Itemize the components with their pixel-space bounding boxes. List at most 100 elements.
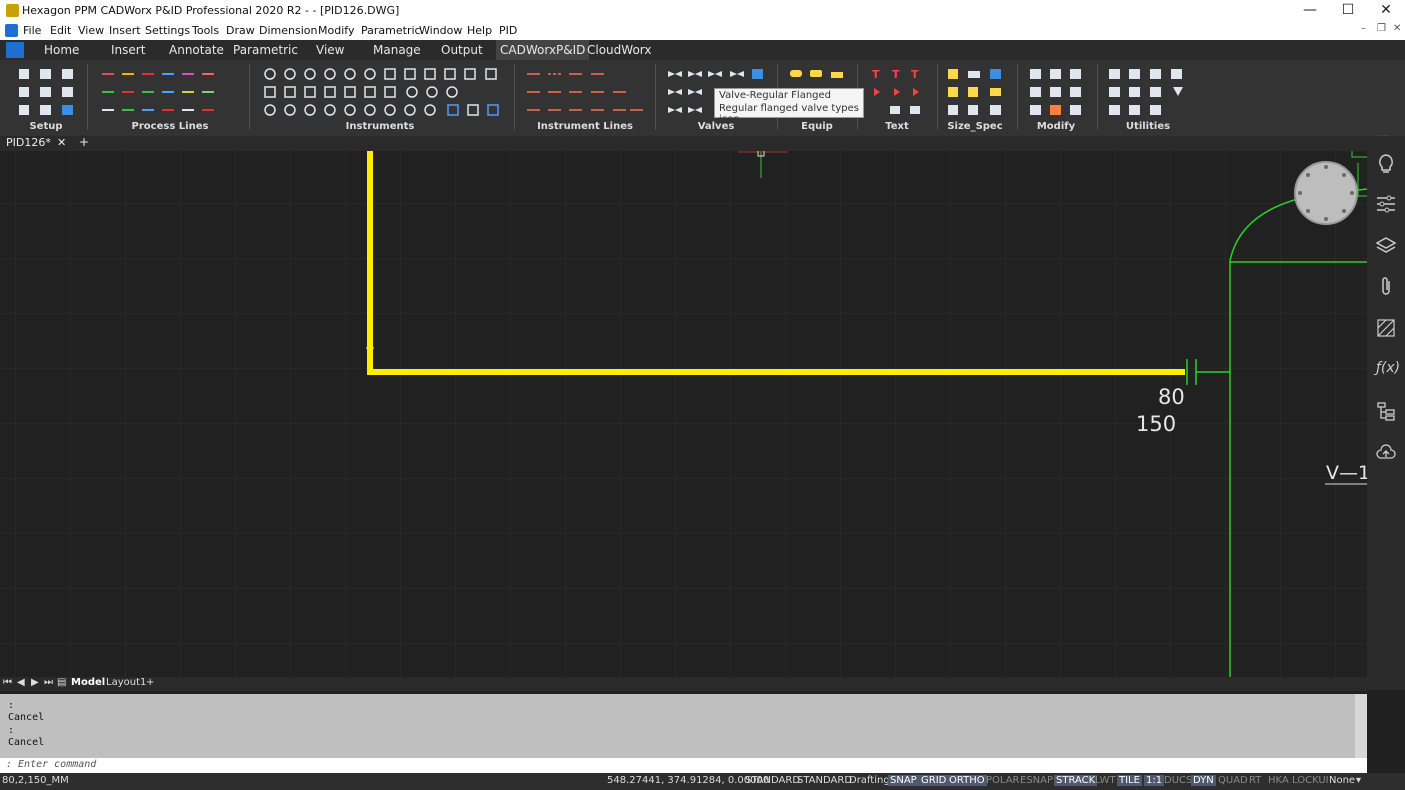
menu-insert[interactable]: Insert (109, 24, 141, 37)
menu-tools[interactable]: Tools (192, 24, 219, 37)
svg-text:T: T (892, 68, 900, 81)
panel-label-instruments: Instruments (345, 121, 415, 132)
status-workspace[interactable]: Drafting (849, 775, 890, 786)
layout-tabs: ⏮ ◀ ▶ ⏭ ▤ Model Layout1 + (0, 677, 1367, 691)
panel-label-setup: Setup (29, 121, 63, 132)
status-menu-chevron-icon[interactable]: ▾ (1356, 775, 1361, 786)
layers-icon[interactable] (1375, 235, 1397, 257)
app-menu-icon[interactable] (5, 24, 18, 37)
function-icon[interactable]: ƒ(x) (1376, 360, 1400, 376)
app-icon (6, 4, 19, 17)
status-bar: 80,2,150_MM 548.27441, 374.91284, 0.0000… (0, 773, 1405, 790)
menu-edit[interactable]: Edit (50, 24, 71, 37)
panel-label-size-spec: Size_Spec (947, 121, 1003, 132)
doc-tab-pid126[interactable]: PID126* (6, 136, 51, 149)
history-scrollbar[interactable] (1355, 694, 1367, 758)
tab-parametric[interactable]: Parametric (229, 40, 302, 60)
tab-layout1[interactable]: Layout1 (106, 677, 146, 688)
status-line-spec: 80,2,150_MM (2, 775, 69, 786)
menu-pid[interactable]: PID (499, 24, 517, 37)
first-layout-icon[interactable]: ⏮ (3, 677, 12, 688)
right-tool-palette: ƒ(x) (1367, 151, 1405, 690)
lightbulb-icon[interactable] (1375, 153, 1397, 175)
next-layout-icon[interactable]: ▶ (31, 677, 39, 688)
menu-file[interactable]: File (23, 24, 41, 37)
tab-insert[interactable]: Insert (107, 40, 149, 60)
tab-home[interactable]: Home (40, 40, 83, 60)
panel-separator (514, 64, 515, 130)
panel-separator (937, 64, 938, 130)
ribbon-tabs: Home Insert Annotate Parametric View Man… (0, 40, 1405, 60)
svg-text:T: T (911, 68, 919, 81)
svg-text:T: T (872, 68, 880, 81)
tab-manage[interactable]: Manage (369, 40, 425, 60)
panel-separator (1097, 64, 1098, 130)
maximize-button[interactable]: ☐ (1329, 0, 1367, 22)
tab-model[interactable]: Model (71, 677, 105, 688)
cloud-upload-icon[interactable] (1375, 442, 1397, 464)
prev-layout-icon[interactable]: ◀ (17, 677, 25, 688)
toggle-lwt[interactable]: LWT (1093, 775, 1118, 786)
tab-cloudworx[interactable]: CloudWorx (583, 40, 656, 60)
structure-tree-icon[interactable] (1375, 400, 1397, 422)
window-title: Hexagon PPM CADWorx P&ID Professional 20… (22, 4, 400, 17)
toggle-tile[interactable]: TILE (1117, 775, 1142, 786)
annotation-monitor[interactable]: None (1327, 775, 1357, 786)
menu-modify[interactable]: Modify (318, 24, 354, 37)
drawing-canvas[interactable]: 80 150 V—1 (0, 151, 1367, 677)
menu-parametric[interactable]: Parametric (361, 24, 421, 37)
status-text-style[interactable]: STANDARD (745, 775, 800, 786)
toggle-hka[interactable]: HKA (1266, 775, 1291, 786)
toggle-dyn[interactable]: DYN (1191, 775, 1216, 786)
last-layout-icon[interactable]: ⏭ (44, 677, 53, 688)
hatch-icon[interactable] (1375, 317, 1397, 339)
menu-settings[interactable]: Settings (145, 24, 190, 37)
panel-label-process-lines: Process Lines (131, 121, 209, 132)
tab-cadworx-pid[interactable]: CADWorxP&ID (496, 40, 590, 60)
layout-list-icon[interactable]: ▤ (57, 677, 66, 688)
tab-output[interactable]: Output (437, 40, 487, 60)
status-dim-style[interactable]: STANDARD (797, 775, 852, 786)
panel-separator (87, 64, 88, 130)
menu-window[interactable]: Window (419, 24, 462, 37)
add-layout-icon[interactable]: + (146, 677, 154, 688)
doc-tab-add-icon[interactable]: + (79, 135, 89, 149)
minimize-button[interactable]: — (1291, 0, 1329, 22)
ribbon-panel: TTT Setup Process Lines Instruments Inst… (0, 60, 1405, 143)
toggle-grid[interactable]: GRID (919, 775, 949, 786)
toggle-lockui[interactable]: LOCKUI (1290, 775, 1331, 786)
menu-view[interactable]: View (78, 24, 104, 37)
toggle-rt[interactable]: RT (1247, 775, 1263, 786)
toggle-strack[interactable]: STRACK (1054, 775, 1098, 786)
toggle-ducs[interactable]: DUCS (1162, 775, 1194, 786)
menu-draw[interactable]: Draw (226, 24, 255, 37)
doc-minimize-icon[interactable]: – (1361, 23, 1366, 34)
tooltip-title: Valve-Regular Flanged (719, 90, 832, 101)
doc-restore-icon[interactable]: ❐ (1377, 23, 1386, 34)
tab-annotate[interactable]: Annotate (165, 40, 228, 60)
command-line[interactable]: : Enter command (0, 758, 1367, 773)
toggle-polar[interactable]: POLAR (984, 775, 1022, 786)
properties-sliders-icon[interactable] (1375, 193, 1397, 215)
menu-dimension[interactable]: Dimension (259, 24, 317, 37)
doc-tab-close-icon[interactable]: ✕ (57, 136, 66, 149)
doc-close-icon[interactable]: ✕ (1393, 23, 1401, 34)
ribbon-icons[interactable]: TTT (0, 66, 1405, 126)
menu-help[interactable]: Help (467, 24, 492, 37)
panel-label-instrument-lines: Instrument Lines (537, 121, 633, 132)
toggle-snap[interactable]: SNAP (888, 775, 919, 786)
application-button-icon[interactable] (6, 42, 24, 58)
panel-separator (1017, 64, 1018, 130)
line-spec-label: 150 (1136, 412, 1177, 436)
tooltip: Valve-Regular Flanged Regular flanged va… (714, 88, 864, 125)
tab-view[interactable]: View (312, 40, 348, 60)
toggle-esnap[interactable]: ESNAP (1018, 775, 1055, 786)
command-input[interactable]: : Enter command (6, 759, 96, 770)
close-button[interactable]: ✕ (1367, 0, 1405, 22)
navigation-wheel-icon[interactable] (1293, 160, 1359, 226)
menu-bar: File Edit View Insert Settings Tools Dra… (0, 22, 1405, 40)
history-line: Cancel (8, 737, 45, 748)
attachment-icon[interactable] (1375, 276, 1397, 298)
toggle-quad[interactable]: QUAD (1216, 775, 1250, 786)
toggle-ortho[interactable]: ORTHO (947, 775, 987, 786)
